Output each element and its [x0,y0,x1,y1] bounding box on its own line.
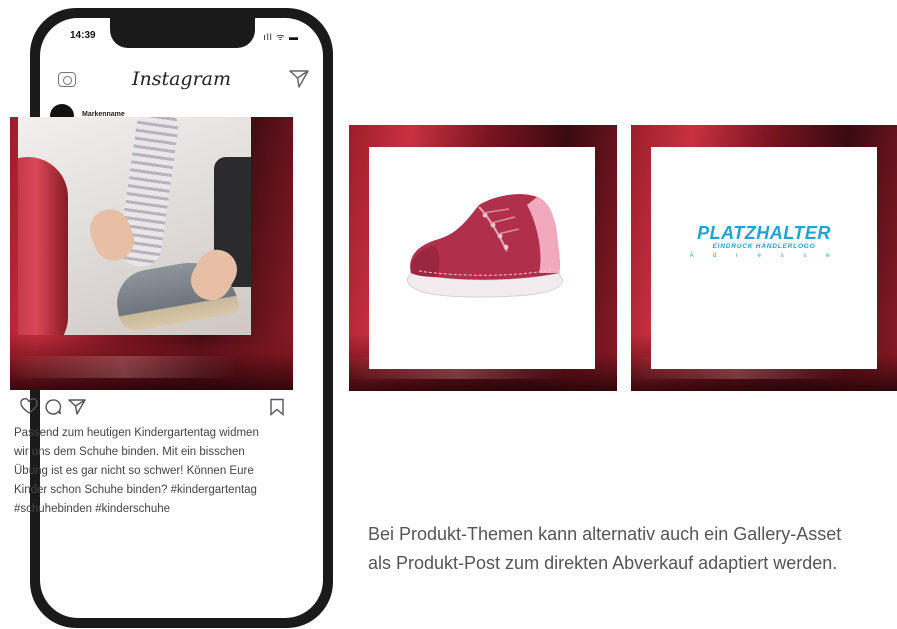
placeholder-title: PLATZHALTER [697,223,831,243]
post-actions [20,398,284,418]
post-photo-shoe-tying [18,117,251,335]
placeholder-card: PLATZHALTER EINDRUCK HÄNDLERLOGO A d r e… [651,147,877,369]
post-image[interactable] [10,117,293,390]
placeholder-address: A d r e s s e [689,253,839,259]
instagram-logo: Instagram [131,68,232,90]
status-time: 14:39 [70,30,96,41]
heart-icon[interactable] [20,398,38,416]
gallery-asset-product[interactable] [349,125,617,391]
sneaker-image [406,194,564,298]
product-card [369,147,595,369]
direct-message-icon[interactable] [289,70,309,88]
instagram-header: Instagram [40,68,323,96]
placeholder-subtitle: EINDRUCK HÄNDLERLOGO [712,243,816,250]
gallery-asset-placeholder[interactable]: PLATZHALTER EINDRUCK HÄNDLERLOGO A d r e… [631,125,897,391]
comment-icon[interactable] [44,398,62,416]
post-caption: Passend zum heutigen Kindergartentag wid… [14,427,259,515]
phone-notch [110,18,255,48]
description-text: Bei Produkt-Themen kann alternativ auch … [368,524,842,573]
share-icon[interactable] [68,398,86,416]
bookmark-icon[interactable] [268,398,286,416]
status-indicators-icon: ıll ᯤ ▬ [263,32,299,42]
